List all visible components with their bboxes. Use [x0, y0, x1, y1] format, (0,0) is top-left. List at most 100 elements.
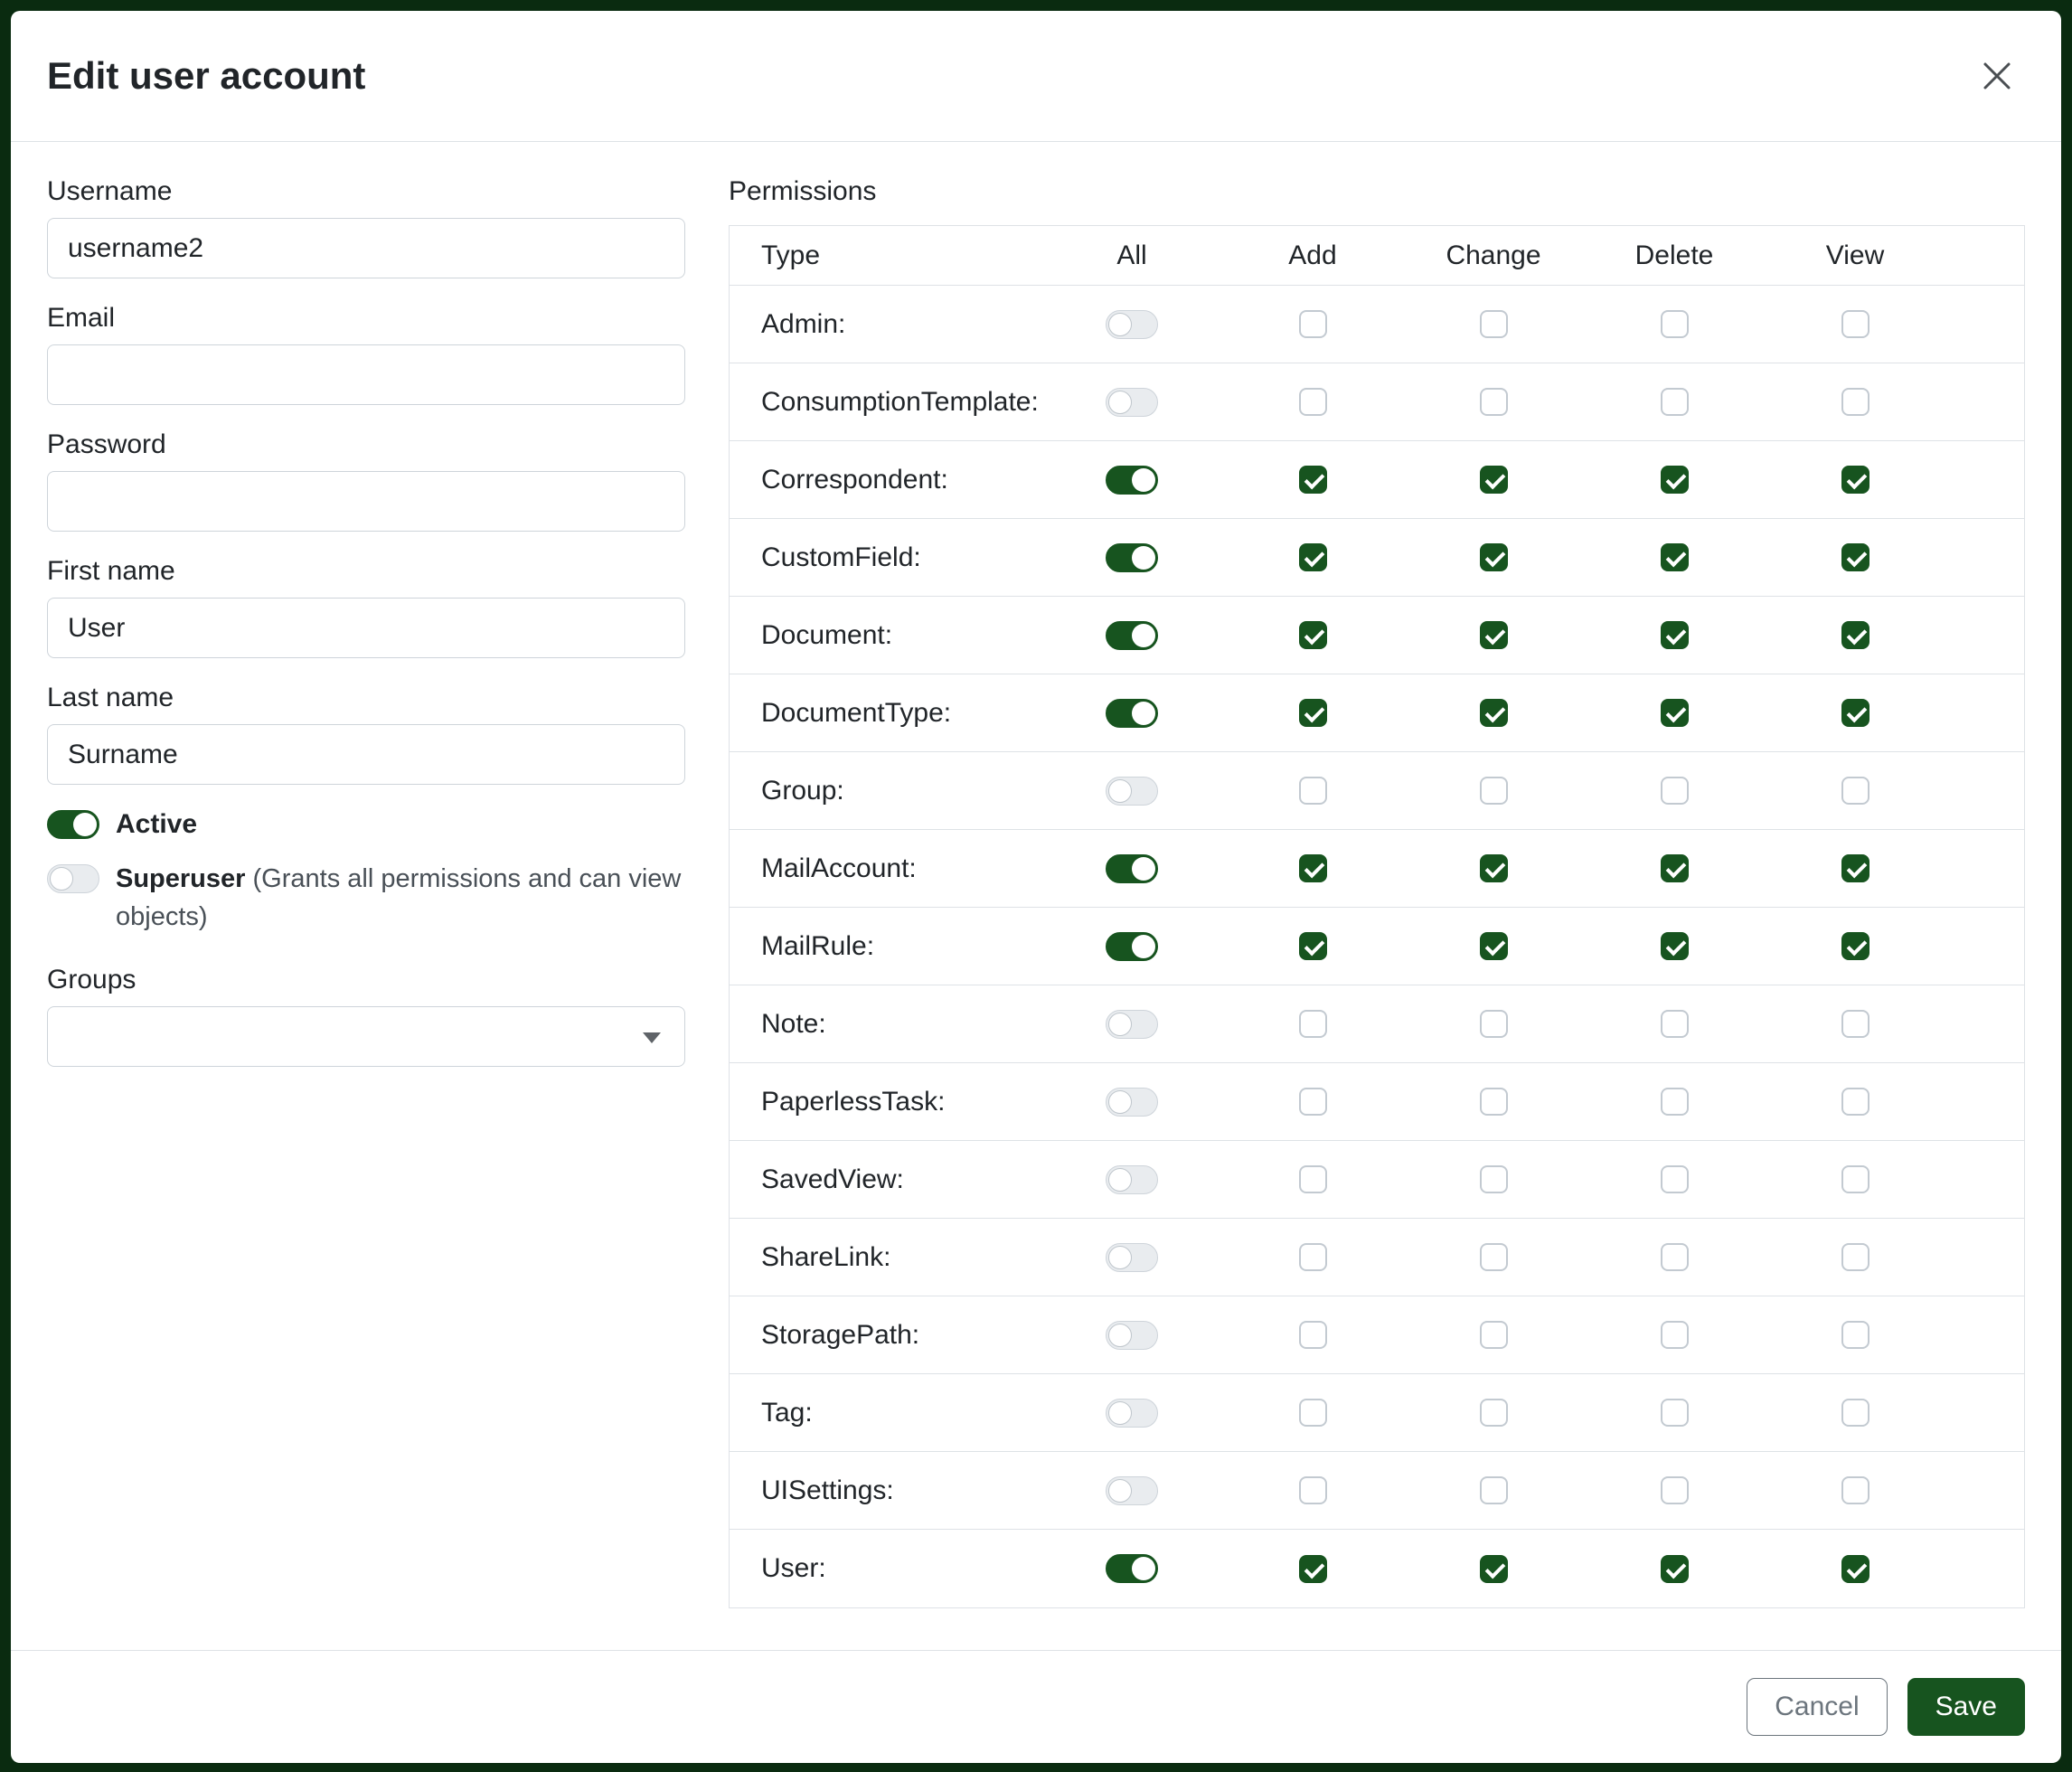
- permission-add-checkbox[interactable]: [1299, 1476, 1327, 1504]
- permission-add-checkbox[interactable]: [1299, 1399, 1327, 1427]
- permission-add-checkbox[interactable]: [1299, 543, 1327, 571]
- permission-add-checkbox[interactable]: [1299, 777, 1327, 805]
- permission-view-checkbox[interactable]: [1841, 1321, 1870, 1349]
- permission-delete-checkbox[interactable]: [1661, 854, 1689, 882]
- permission-change-checkbox[interactable]: [1480, 1243, 1508, 1271]
- permission-view-checkbox[interactable]: [1841, 1555, 1870, 1583]
- permission-delete-checkbox[interactable]: [1661, 932, 1689, 960]
- permission-delete-checkbox[interactable]: [1661, 1088, 1689, 1116]
- permission-change-checkbox[interactable]: [1480, 777, 1508, 805]
- permission-view-checkbox[interactable]: [1841, 1010, 1870, 1038]
- column-header-add: Add: [1222, 240, 1403, 271]
- permission-all-toggle[interactable]: [1106, 1088, 1158, 1117]
- permission-delete-checkbox[interactable]: [1661, 1321, 1689, 1349]
- first-name-input[interactable]: [47, 598, 685, 658]
- permission-delete-checkbox[interactable]: [1661, 1243, 1689, 1271]
- permission-add-checkbox[interactable]: [1299, 932, 1327, 960]
- permission-all-toggle[interactable]: [1106, 1321, 1158, 1350]
- active-toggle[interactable]: [47, 810, 99, 839]
- permission-view-checkbox[interactable]: [1841, 543, 1870, 571]
- permission-view-checkbox[interactable]: [1841, 699, 1870, 727]
- permission-view-checkbox[interactable]: [1841, 777, 1870, 805]
- permission-view-checkbox[interactable]: [1841, 1399, 1870, 1427]
- permission-add-checkbox[interactable]: [1299, 1010, 1327, 1038]
- groups-select[interactable]: [47, 1006, 685, 1067]
- superuser-toggle[interactable]: [47, 864, 99, 893]
- permission-all-toggle[interactable]: [1106, 1243, 1158, 1272]
- toggle-knob: [1108, 313, 1132, 336]
- permission-delete-checkbox[interactable]: [1661, 388, 1689, 416]
- permission-all-toggle[interactable]: [1106, 1010, 1158, 1039]
- permission-change-checkbox[interactable]: [1480, 466, 1508, 494]
- permission-view-checkbox[interactable]: [1841, 1476, 1870, 1504]
- permission-all-toggle[interactable]: [1106, 777, 1158, 806]
- superuser-label: Superuser: [116, 864, 245, 893]
- permission-delete-checkbox[interactable]: [1661, 1399, 1689, 1427]
- permission-delete-checkbox[interactable]: [1661, 1165, 1689, 1193]
- permission-add-checkbox[interactable]: [1299, 388, 1327, 416]
- permission-view-checkbox[interactable]: [1841, 466, 1870, 494]
- permission-change-checkbox[interactable]: [1480, 1321, 1508, 1349]
- permission-view-checkbox[interactable]: [1841, 388, 1870, 416]
- close-icon[interactable]: [1973, 52, 2021, 100]
- permission-view-checkbox[interactable]: [1841, 1088, 1870, 1116]
- permission-all-toggle[interactable]: [1106, 1165, 1158, 1194]
- permission-delete-checkbox[interactable]: [1661, 310, 1689, 338]
- permission-change-checkbox[interactable]: [1480, 699, 1508, 727]
- permission-add-checkbox[interactable]: [1299, 1555, 1327, 1583]
- permission-change-checkbox[interactable]: [1480, 621, 1508, 649]
- permission-add-checkbox[interactable]: [1299, 854, 1327, 882]
- permission-delete-checkbox[interactable]: [1661, 1476, 1689, 1504]
- permission-change-checkbox[interactable]: [1480, 388, 1508, 416]
- permission-add-checkbox[interactable]: [1299, 1088, 1327, 1116]
- permission-add-checkbox[interactable]: [1299, 310, 1327, 338]
- permission-change-checkbox[interactable]: [1480, 310, 1508, 338]
- permission-add-checkbox[interactable]: [1299, 1321, 1327, 1349]
- permission-delete-checkbox[interactable]: [1661, 621, 1689, 649]
- save-button[interactable]: Save: [1907, 1678, 2025, 1736]
- last-name-input[interactable]: [47, 724, 685, 785]
- permission-all-toggle[interactable]: [1106, 854, 1158, 883]
- permission-change-checkbox[interactable]: [1480, 1476, 1508, 1504]
- permission-all-toggle[interactable]: [1106, 466, 1158, 495]
- permission-all-toggle[interactable]: [1106, 543, 1158, 572]
- permission-all-toggle[interactable]: [1106, 932, 1158, 961]
- permission-add-checkbox[interactable]: [1299, 1243, 1327, 1271]
- permission-all-toggle[interactable]: [1106, 310, 1158, 339]
- permission-change-checkbox[interactable]: [1480, 1088, 1508, 1116]
- permission-all-toggle[interactable]: [1106, 1554, 1158, 1583]
- permission-delete-checkbox[interactable]: [1661, 699, 1689, 727]
- permission-view-checkbox[interactable]: [1841, 621, 1870, 649]
- permission-change-checkbox[interactable]: [1480, 932, 1508, 960]
- email-input[interactable]: [47, 344, 685, 405]
- permission-add-checkbox[interactable]: [1299, 1165, 1327, 1193]
- password-field: Password: [47, 429, 685, 532]
- cancel-button[interactable]: Cancel: [1747, 1678, 1887, 1736]
- permission-view-checkbox[interactable]: [1841, 310, 1870, 338]
- permission-view-checkbox[interactable]: [1841, 854, 1870, 882]
- permission-change-checkbox[interactable]: [1480, 1010, 1508, 1038]
- permission-change-checkbox[interactable]: [1480, 854, 1508, 882]
- permission-all-toggle[interactable]: [1106, 621, 1158, 650]
- permission-delete-checkbox[interactable]: [1661, 543, 1689, 571]
- permission-all-toggle[interactable]: [1106, 1399, 1158, 1428]
- permission-change-checkbox[interactable]: [1480, 1165, 1508, 1193]
- username-input[interactable]: [47, 218, 685, 278]
- permission-change-checkbox[interactable]: [1480, 1555, 1508, 1583]
- permission-delete-checkbox[interactable]: [1661, 1010, 1689, 1038]
- permission-delete-checkbox[interactable]: [1661, 777, 1689, 805]
- permission-view-checkbox[interactable]: [1841, 1165, 1870, 1193]
- permission-change-checkbox[interactable]: [1480, 1399, 1508, 1427]
- permission-add-checkbox[interactable]: [1299, 466, 1327, 494]
- permission-delete-checkbox[interactable]: [1661, 466, 1689, 494]
- permission-delete-checkbox[interactable]: [1661, 1555, 1689, 1583]
- permission-change-checkbox[interactable]: [1480, 543, 1508, 571]
- permission-add-checkbox[interactable]: [1299, 621, 1327, 649]
- permission-all-toggle[interactable]: [1106, 1476, 1158, 1505]
- permission-view-checkbox[interactable]: [1841, 1243, 1870, 1271]
- permission-view-checkbox[interactable]: [1841, 932, 1870, 960]
- permission-add-checkbox[interactable]: [1299, 699, 1327, 727]
- permission-all-toggle[interactable]: [1106, 388, 1158, 417]
- password-input[interactable]: [47, 471, 685, 532]
- permission-all-toggle[interactable]: [1106, 699, 1158, 728]
